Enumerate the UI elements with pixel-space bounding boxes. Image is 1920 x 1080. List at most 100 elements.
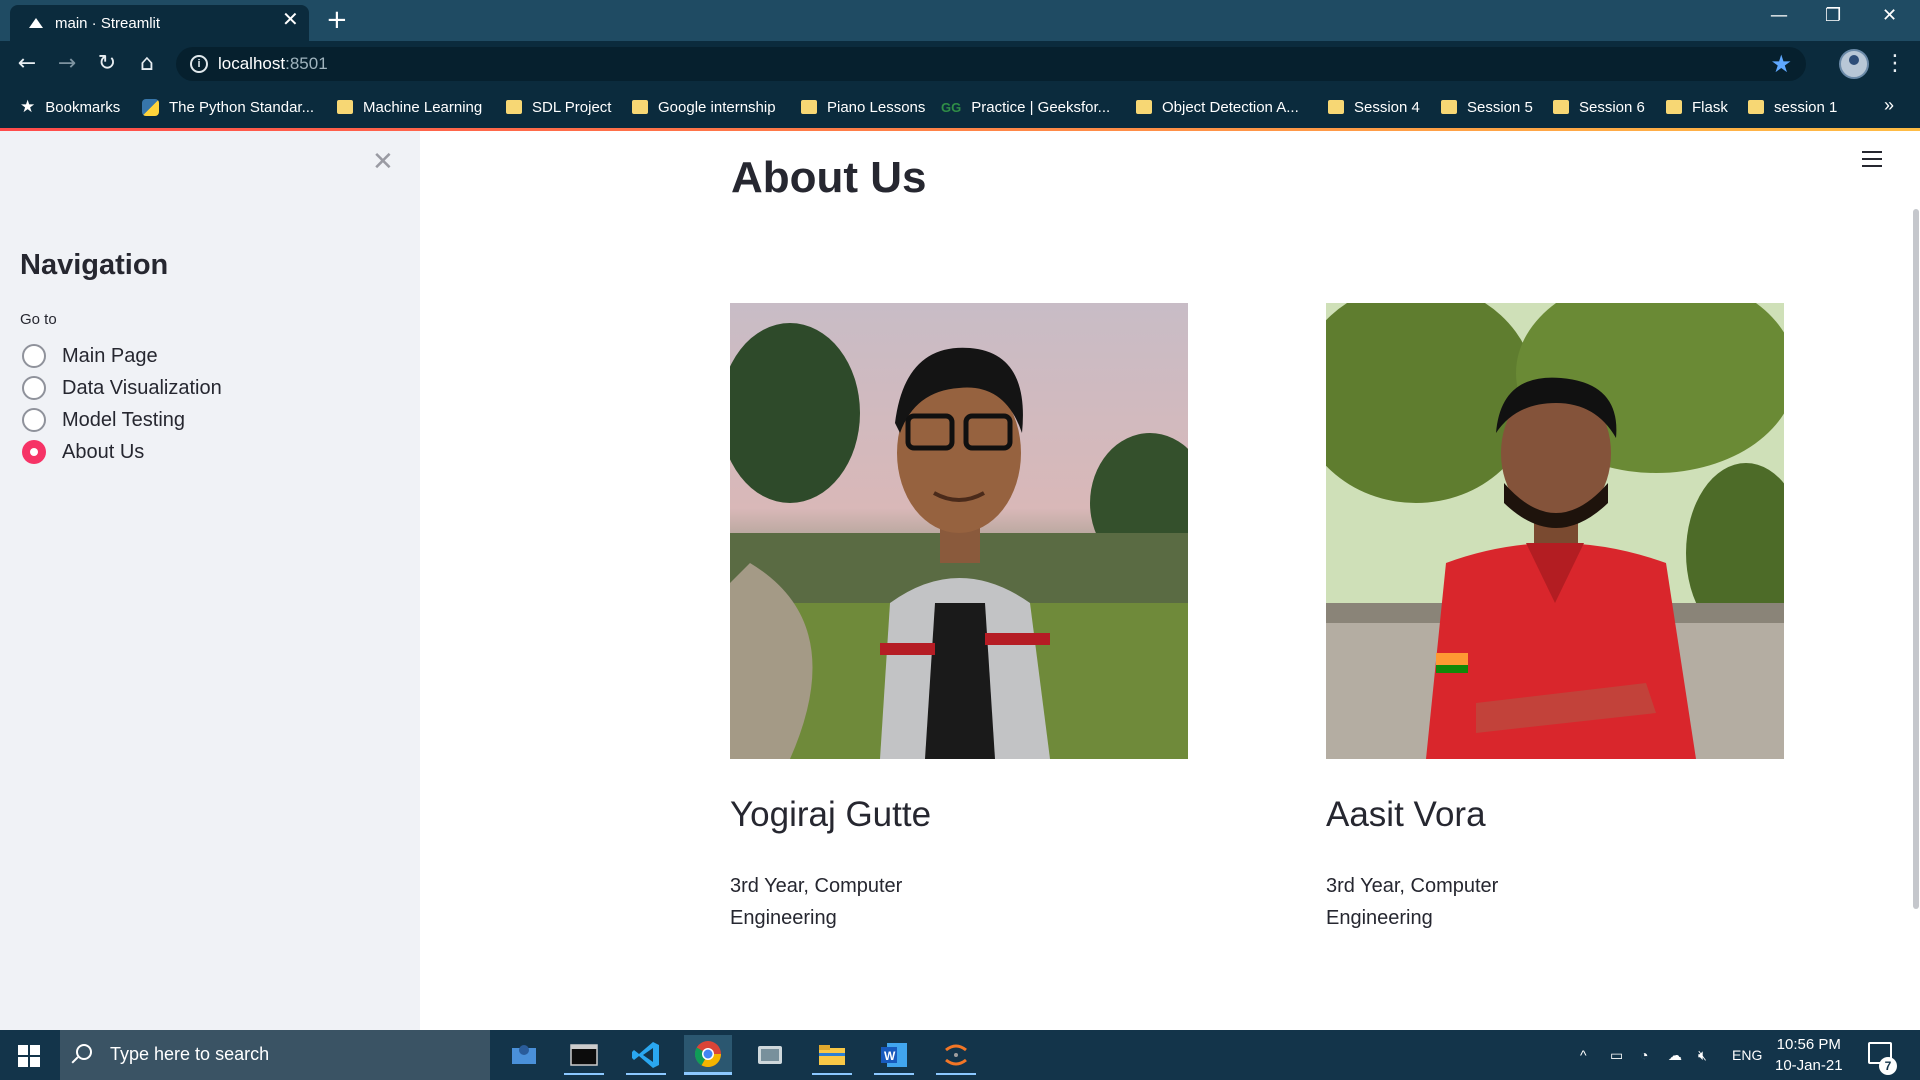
radio-option-label: Main Page bbox=[62, 344, 158, 367]
url-port: :8501 bbox=[285, 54, 328, 73]
folder-icon bbox=[1553, 100, 1569, 114]
more-bookmarks-icon[interactable]: » bbox=[1884, 95, 1894, 116]
radio-option-label: About Us bbox=[62, 440, 145, 463]
windows-taskbar: Type here to search W ^ ▭ ◔ ☁ 🔇︎ ENG 10:… bbox=[0, 1030, 1920, 1080]
taskbar-app-snipping-icon[interactable] bbox=[746, 1035, 794, 1075]
minimize-icon[interactable]: — bbox=[1770, 5, 1788, 27]
tab-close-icon[interactable]: ✕ bbox=[282, 10, 299, 30]
scrollbar[interactable] bbox=[1913, 209, 1919, 909]
bookmark-label: Session 5 bbox=[1467, 98, 1533, 116]
bookmark-item[interactable]: Session 6 bbox=[1553, 97, 1645, 117]
radio-option-model-testing[interactable]: Model Testing bbox=[22, 406, 185, 434]
folder-icon bbox=[1328, 100, 1344, 114]
bookmarks-bar: ★ Bookmarks The Python Standar... Machine… bbox=[0, 87, 1920, 128]
python-icon bbox=[142, 98, 159, 116]
bookmark-star-icon[interactable]: ★ bbox=[1770, 50, 1792, 78]
sidebar: ✕ Navigation Go to Main Page Data Visual… bbox=[0, 131, 420, 1030]
close-sidebar-icon[interactable]: ✕ bbox=[372, 149, 394, 175]
radio-option-main-page[interactable]: Main Page bbox=[22, 342, 158, 370]
bookmark-item[interactable]: Object Detection A... bbox=[1136, 97, 1299, 117]
bookmark-label: SDL Project bbox=[532, 98, 612, 116]
folder-icon bbox=[337, 100, 353, 114]
bookmark-label: The Python Standar... bbox=[169, 98, 315, 116]
taskbar-app-terminal-icon[interactable] bbox=[560, 1035, 608, 1075]
folder-icon bbox=[1136, 100, 1152, 114]
bookmark-label: Session 4 bbox=[1354, 98, 1420, 116]
browser-menu-icon[interactable]: ⋮ bbox=[1884, 49, 1906, 79]
onedrive-icon[interactable]: ☁ bbox=[1668, 1030, 1682, 1080]
taskbar-clock[interactable]: 10:56 PM 10-Jan-21 bbox=[1775, 1034, 1843, 1076]
radio-button-selected[interactable] bbox=[22, 440, 46, 464]
battery-icon[interactable]: ▭ bbox=[1610, 1030, 1623, 1080]
page-title: About Us bbox=[731, 153, 927, 202]
site-info-icon[interactable]: i bbox=[190, 55, 208, 73]
radio-button[interactable] bbox=[22, 408, 46, 432]
new-tab-button[interactable]: + bbox=[326, 5, 348, 35]
bookmark-item[interactable]: SDL Project bbox=[506, 97, 611, 117]
bookmark-item[interactable]: Google internship bbox=[632, 97, 776, 117]
profile-avatar[interactable] bbox=[1839, 49, 1869, 79]
browser-toolbar: ← → ↻ ⌂ i localhost:8501 ★ ⋮ bbox=[0, 41, 1920, 87]
radio-button[interactable] bbox=[22, 344, 46, 368]
bookmark-item[interactable]: Session 4 bbox=[1328, 97, 1420, 117]
member-photo-yogiraj bbox=[730, 303, 1188, 759]
bookmark-label: Bookmarks bbox=[45, 98, 121, 116]
bookmark-item[interactable]: Piano Lessons bbox=[801, 97, 925, 117]
bookmark-item[interactable]: Flask bbox=[1666, 97, 1728, 117]
hamburger-menu-icon[interactable] bbox=[1862, 151, 1884, 169]
radio-group-label: Go to bbox=[20, 311, 57, 328]
bookmark-label: Machine Learning bbox=[363, 98, 483, 116]
bookmark-item[interactable]: Machine Learning bbox=[337, 97, 482, 117]
streamlit-favicon-icon bbox=[29, 18, 43, 28]
search-icon bbox=[76, 1044, 92, 1060]
window-close-icon[interactable]: ✕ bbox=[1882, 5, 1897, 27]
wifi-icon[interactable]: ◔ bbox=[1640, 1030, 1648, 1080]
radio-button[interactable] bbox=[22, 376, 46, 400]
radio-option-about-us[interactable]: About Us bbox=[22, 438, 144, 466]
member-photo-aasit bbox=[1326, 303, 1784, 759]
forward-arrow-icon[interactable]: → bbox=[52, 49, 82, 79]
taskbar-app-vscode-icon[interactable] bbox=[622, 1035, 670, 1075]
sidebar-title: Navigation bbox=[20, 249, 169, 281]
bookmark-label: session 1 bbox=[1774, 98, 1838, 116]
back-arrow-icon[interactable]: ← bbox=[12, 49, 42, 79]
windows-start-icon[interactable] bbox=[18, 1045, 40, 1067]
svg-text:W: W bbox=[884, 1049, 896, 1063]
volume-muted-icon[interactable]: 🔇︎ bbox=[1698, 1030, 1707, 1080]
member-description-line: Engineering bbox=[1326, 907, 1433, 929]
bookmark-label: Practice | Geeksfor... bbox=[971, 98, 1111, 116]
search-placeholder: Type here to search bbox=[110, 1044, 270, 1064]
address-bar[interactable]: i localhost:8501 ★ bbox=[176, 47, 1806, 81]
bookmark-label: Piano Lessons bbox=[827, 98, 926, 116]
clock-time: 10:56 PM bbox=[1776, 1036, 1841, 1053]
member-name: Yogiraj Gutte bbox=[730, 795, 932, 834]
restore-icon[interactable]: ❐ bbox=[1825, 5, 1841, 27]
url-text[interactable]: localhost:8501 bbox=[218, 54, 328, 74]
taskbar-app-user-icon[interactable] bbox=[500, 1035, 548, 1075]
taskbar-app-file-explorer-icon[interactable] bbox=[808, 1035, 856, 1075]
radio-option-label: Model Testing bbox=[62, 408, 186, 431]
bookmark-label: Google internship bbox=[658, 98, 776, 116]
browser-tab-bar: main · Streamlit ✕ + — ❐ ✕ bbox=[0, 0, 1920, 41]
show-hidden-icons-icon[interactable]: ^ bbox=[1580, 1030, 1587, 1080]
bookmark-item[interactable]: session 1 bbox=[1748, 97, 1837, 117]
member-description-line: 3rd Year, Computer bbox=[1326, 875, 1499, 897]
bookmark-item[interactable]: Session 5 bbox=[1441, 97, 1533, 117]
clock-date: 10-Jan-21 bbox=[1775, 1057, 1843, 1074]
taskbar-app-jupyter-icon[interactable] bbox=[932, 1035, 980, 1075]
home-icon[interactable]: ⌂ bbox=[132, 49, 162, 79]
folder-icon bbox=[506, 100, 522, 114]
bookmark-item[interactable]: The Python Standar... bbox=[142, 97, 314, 117]
bookmark-label: Session 6 bbox=[1579, 98, 1645, 116]
bookmark-item[interactable]: ★ Bookmarks bbox=[20, 97, 120, 117]
member-description: 3rd Year, Computer Engineering bbox=[730, 870, 950, 934]
geeksforgeeks-icon: GG bbox=[941, 99, 962, 115]
taskbar-app-word-icon[interactable]: W bbox=[870, 1035, 918, 1075]
browser-tab-active[interactable]: main · Streamlit ✕ bbox=[10, 5, 309, 41]
reload-icon[interactable]: ↻ bbox=[92, 49, 122, 79]
taskbar-search-box[interactable]: Type here to search bbox=[60, 1030, 490, 1080]
taskbar-app-chrome-icon[interactable] bbox=[684, 1035, 732, 1075]
radio-option-data-visualization[interactable]: Data Visualization bbox=[22, 374, 222, 402]
bookmark-item[interactable]: GG Practice | Geeksfor... bbox=[941, 97, 1110, 117]
language-indicator[interactable]: ENG bbox=[1732, 1030, 1762, 1080]
